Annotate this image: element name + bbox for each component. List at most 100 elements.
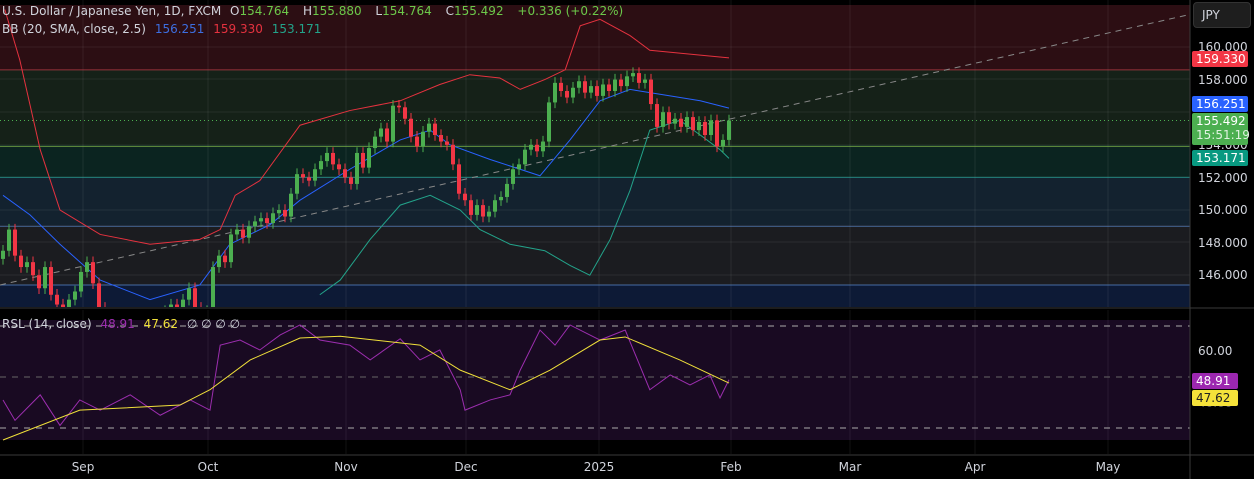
candle-body [643, 79, 647, 83]
candle [355, 147, 359, 190]
candle-body [421, 131, 425, 147]
candle-body [199, 308, 203, 315]
candle-body [19, 255, 23, 268]
rsi-ma-badge: 47.62 [1192, 390, 1238, 406]
candle-body [289, 193, 293, 217]
rsi-legend[interactable]: RSL (14, close) 48.91 47.62 ∅ ∅ ∅ ∅ [2, 317, 245, 331]
candle-body [451, 144, 455, 165]
candle-body [331, 152, 335, 165]
candle-body [379, 128, 383, 137]
candle-body [31, 262, 35, 276]
candle-body [85, 262, 89, 272]
candle-body [259, 218, 263, 222]
candle-body [493, 200, 497, 212]
candle-body [187, 288, 191, 300]
candle-body [439, 135, 443, 142]
currency-button[interactable]: JPY [1193, 2, 1251, 28]
bb-lower-badge: 153.171 [1192, 150, 1248, 166]
candle-body [433, 123, 437, 136]
candle-body [43, 267, 47, 289]
candle-body [715, 120, 719, 147]
candle-body [529, 144, 533, 150]
candle-body [691, 117, 695, 131]
candle-body [469, 200, 473, 215]
candle-body [475, 205, 479, 215]
candle-body [481, 205, 485, 217]
candle-body [385, 128, 389, 142]
candle-body [235, 229, 239, 235]
candle-body [73, 291, 77, 300]
candle-body [283, 210, 287, 217]
candle-body [685, 117, 689, 127]
candle-body [559, 82, 563, 92]
candle-body [505, 183, 509, 197]
candle-body [25, 262, 29, 268]
candle-body [373, 136, 377, 149]
candle-body [211, 267, 215, 307]
candle [391, 99, 395, 148]
candle-body [1, 250, 5, 259]
bb-legend[interactable]: BB (20, SMA, close, 2.5) 156.251 159.330… [2, 22, 326, 36]
candle-body [487, 211, 491, 217]
rsi-badge: 48.91 [1192, 373, 1238, 389]
candle-body [223, 255, 227, 263]
candle-body [607, 84, 611, 92]
candle-body [403, 107, 407, 119]
candle-body [697, 121, 701, 131]
candle-body [517, 164, 521, 170]
candle-body [271, 213, 275, 224]
candle-body [247, 226, 251, 238]
candle-body [583, 81, 587, 93]
candle-body [265, 218, 269, 224]
candle-body [577, 81, 581, 88]
candle-body [175, 304, 179, 307]
candle-body [307, 177, 311, 181]
candle-body [97, 283, 101, 307]
candle-body [589, 86, 593, 93]
candle-body [67, 299, 71, 307]
chart-canvas[interactable] [0, 0, 1254, 479]
candle-body [535, 144, 539, 152]
candle-body [679, 118, 683, 127]
candle-body [229, 234, 233, 263]
candle-body [601, 84, 605, 96]
candle-body [7, 229, 11, 251]
candle-body [667, 112, 671, 124]
candle-body [661, 112, 665, 127]
candle-body [13, 229, 17, 256]
candle-body [91, 262, 95, 284]
candle-body [361, 152, 365, 168]
candle-body [565, 91, 569, 98]
candle-body [709, 120, 713, 136]
candle-body [295, 174, 299, 194]
candle-body [463, 193, 467, 201]
candle-body [571, 87, 575, 98]
candle-body [253, 221, 257, 227]
candle-body [313, 169, 317, 181]
candle [229, 228, 233, 268]
candle-body [649, 79, 653, 105]
candle-body [427, 123, 431, 132]
symbol-title[interactable]: U.S. Dollar / Japanese Yen, 1D, FXCM [2, 4, 221, 18]
candle-body [301, 174, 305, 178]
bb-basis-badge: 156.251 [1192, 96, 1248, 112]
candle-body [673, 118, 677, 124]
candle-body [319, 161, 323, 170]
candle-body [79, 271, 83, 292]
candle-body [409, 118, 413, 137]
candle-body [355, 152, 359, 184]
candle-body [625, 76, 629, 87]
candle-body [613, 79, 617, 92]
candle-body [415, 136, 419, 147]
candle-body [277, 210, 281, 214]
candle-body [499, 196, 503, 201]
candle-body [367, 148, 371, 168]
candle-body [445, 141, 449, 145]
candle-body [547, 102, 551, 142]
candle-body [703, 121, 707, 136]
candle [457, 158, 461, 200]
candle-body [553, 82, 557, 103]
candle-body [511, 169, 515, 184]
candle-body [241, 229, 245, 238]
bb-upper-badge: 159.330 [1192, 51, 1248, 67]
